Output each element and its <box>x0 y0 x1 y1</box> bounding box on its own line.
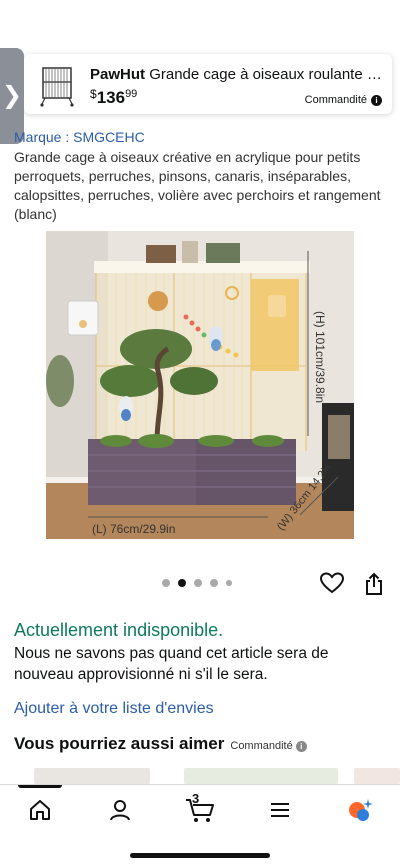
carousel-dot[interactable] <box>210 579 218 587</box>
carousel-dot-active[interactable] <box>178 579 186 587</box>
home-icon <box>30 800 50 820</box>
brand-link[interactable]: Marque : SMGCEHC <box>14 129 145 145</box>
share-icon[interactable] <box>364 572 384 596</box>
info-icon[interactable]: i <box>295 740 307 752</box>
nav-home[interactable] <box>20 795 60 825</box>
image-carousel-dots[interactable] <box>162 579 232 587</box>
sponsored-product-thumbnail[interactable] <box>34 62 80 108</box>
home-indicator <box>130 853 270 858</box>
ai-assistant-icon <box>349 799 373 821</box>
sponsored-product-title[interactable]: PawHut Grande cage à oiseaux roulante e.… <box>90 66 382 83</box>
product-description: Grande cage à oiseaux créative en acryli… <box>14 149 381 222</box>
sponsored-product-card[interactable]: PawHut Grande cage à oiseaux roulante e.… <box>24 54 392 114</box>
recommendations-sponsored-text: Commandité <box>230 740 293 752</box>
recommendations-section: Vous pourriez aussi aimer Commandité i <box>14 734 307 754</box>
heart-icon[interactable] <box>319 572 345 594</box>
nav-menu[interactable] <box>260 795 300 825</box>
nav-active-indicator <box>18 785 62 788</box>
menu-icon <box>271 803 289 817</box>
recommendation-card[interactable] <box>354 768 400 784</box>
nav-account[interactable] <box>100 795 140 825</box>
availability-status: Actuellement indisponible. <box>14 620 224 640</box>
nav-cart[interactable]: 3 <box>180 791 220 825</box>
sponsored-product-name: Grande cage à oiseaux roulante e... <box>149 66 382 83</box>
price-currency: $ <box>90 87 97 101</box>
add-to-wishlist-link[interactable]: Ajouter à votre liste d'envies <box>14 700 214 718</box>
price-cents: 99 <box>125 88 138 100</box>
cart-count-badge: 3 <box>192 791 200 806</box>
availability-message: Nous ne savons pas quand cet article ser… <box>14 645 329 683</box>
carousel-dot[interactable] <box>226 580 232 586</box>
nav-assistant[interactable] <box>340 795 380 825</box>
recommendation-card[interactable] <box>34 768 150 784</box>
carousel-dot[interactable] <box>162 579 170 587</box>
dimension-height-label: (H) 101cm/39.8in <box>313 311 327 403</box>
sponsored-product-brand: PawHut <box>90 66 146 83</box>
account-icon <box>110 800 130 821</box>
sponsored-label[interactable]: Commandité i <box>305 94 382 106</box>
info-icon[interactable]: i <box>371 94 382 106</box>
recommendations-sponsored-label[interactable]: Commandité i <box>230 740 307 752</box>
price-whole: 136 <box>96 88 126 107</box>
recommendation-card[interactable] <box>184 768 338 784</box>
carousel-dot[interactable] <box>194 579 202 587</box>
recommendations-heading: Vous pourriez aussi aimer <box>14 734 225 753</box>
dimension-length-label: (L) 76cm/29.9in <box>92 522 175 536</box>
sponsored-label-text: Commandité <box>304 94 367 106</box>
chevron-right-icon: ❯ <box>1 82 23 109</box>
sponsored-product-price: $13699 <box>90 87 137 108</box>
product-image[interactable]: (H) 101cm/39.8in (L) 76cm/29.9in (W) 36c… <box>46 231 354 539</box>
cart-icon <box>186 799 214 822</box>
